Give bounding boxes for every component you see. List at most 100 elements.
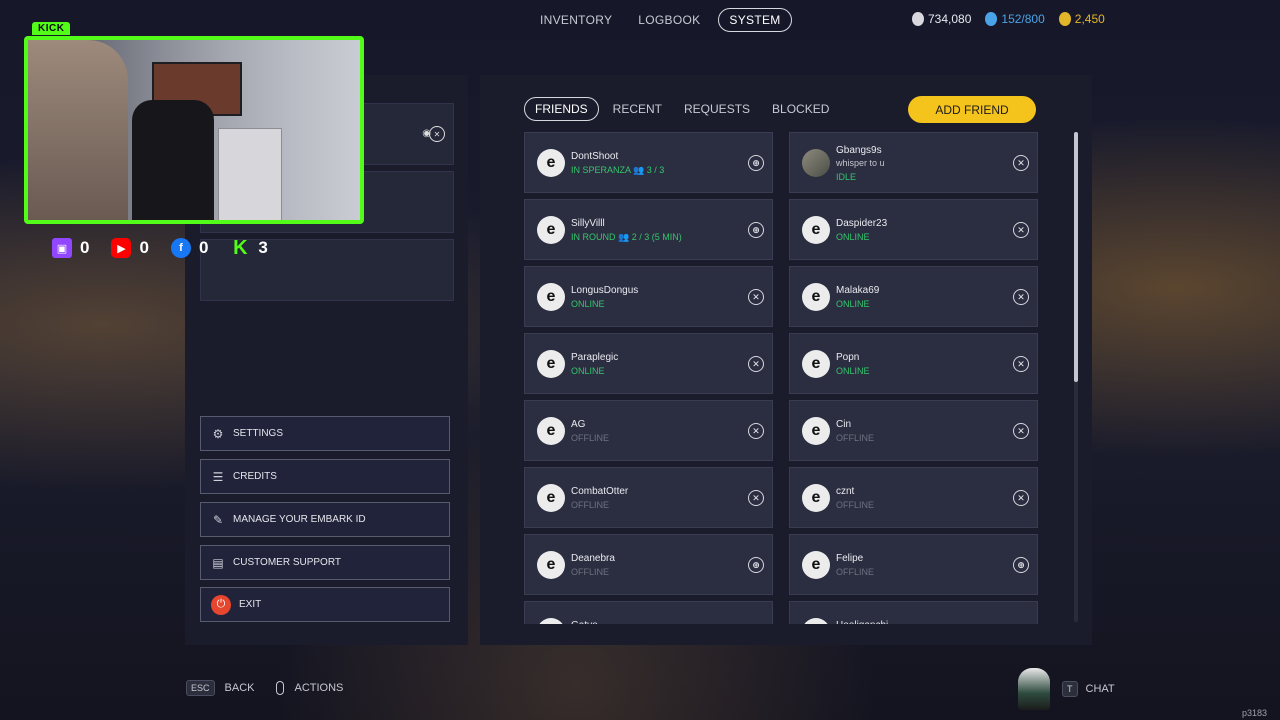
twitch-count-value: 0 — [80, 238, 90, 257]
gold-value: 2,450 — [1074, 12, 1105, 26]
kick-badge: KICK — [32, 22, 71, 35]
chat-button[interactable]: CHAT — [1086, 683, 1115, 695]
embark-logo-icon: e — [537, 417, 565, 445]
credits-value: 734,080 — [928, 12, 972, 26]
friend-card[interactable]: eHooliganchi⊕ — [789, 601, 1038, 624]
tab-recent[interactable]: RECENT — [605, 97, 670, 121]
streamer-figure — [28, 40, 128, 220]
embark-logo-icon: e — [802, 618, 830, 624]
xbox-icon: ✕ — [748, 423, 764, 439]
friend-card[interactable]: e Malaka69 ONLINE ✕ — [789, 266, 1038, 327]
tab-inventory[interactable]: INVENTORY — [532, 8, 620, 32]
currency-gold: 2,450 — [1058, 12, 1105, 26]
support-label: CUSTOMER SUPPORT — [233, 557, 341, 568]
credits-button[interactable]: ☰ CREDITS — [200, 459, 450, 494]
power-icon: ⏻ — [211, 594, 231, 615]
kick-icon: K — [233, 236, 248, 259]
kick-count-value: 3 — [258, 238, 268, 257]
embark-logo-icon: e — [802, 283, 830, 311]
webcam-overlay — [24, 36, 364, 224]
friend-name: Gatyo — [571, 620, 598, 624]
friend-card[interactable]: e DontShoot IN SPERANZA 👥 3 / 3 ⊕ — [524, 132, 773, 193]
friend-card[interactable]: e Popn ONLINE ✕ — [789, 333, 1038, 394]
friend-name: Gbangs9s — [836, 145, 882, 156]
build-id: p3183 — [1242, 708, 1268, 718]
currency-credits: 734,080 — [912, 12, 971, 26]
currency-multibucks: 152/800 — [985, 12, 1045, 26]
xbox-icon: ✕ — [748, 289, 764, 305]
exit-button[interactable]: ⏻ EXIT — [200, 587, 450, 622]
tab-system[interactable]: SYSTEM — [718, 8, 792, 32]
facebook-count: f 0 — [170, 238, 209, 258]
list-icon: ☰ — [212, 469, 224, 484]
friend-card[interactable]: e Paraplegic ONLINE ✕ — [524, 333, 773, 394]
friend-card[interactable]: e AG OFFLINE ✕ — [524, 400, 773, 461]
back-button[interactable]: BACK — [225, 682, 255, 694]
youtube-icon: ▶ — [111, 238, 132, 258]
friend-card[interactable]: eGatyo⊕ — [524, 601, 773, 624]
friend-status: OFFLINE — [836, 433, 875, 443]
friend-name: Deanebra — [571, 553, 615, 564]
friend-status: OFFLINE — [571, 500, 610, 510]
facebook-icon: f — [170, 238, 191, 258]
gaming-chair — [132, 100, 214, 220]
embark-logo-icon: e — [537, 149, 565, 177]
gold-coin-icon — [1058, 12, 1071, 26]
add-friend-button[interactable]: ADD FRIEND — [908, 96, 1036, 123]
xbox-icon: ✕ — [1013, 423, 1029, 439]
embark-logo-icon: e — [802, 417, 830, 445]
friend-name: cznt — [836, 486, 855, 497]
friend-card[interactable]: e cznt OFFLINE ✕ — [789, 467, 1038, 528]
support-chat-icon: ▤ — [212, 555, 224, 570]
friend-card[interactable]: e LongusDongus ONLINE ✕ — [524, 266, 773, 327]
xbox-icon: ✕ — [429, 126, 445, 142]
embark-logo-icon: e — [802, 350, 830, 378]
friend-card[interactable]: Gbangs9s whisper to u IDLE ✕ — [789, 132, 1038, 193]
friend-card[interactable]: e Daspider23 ONLINE ✕ — [789, 199, 1038, 260]
currency-bar: 734,080 152/800 2,450 — [912, 12, 1105, 26]
top-nav: INVENTORY LOGBOOK SYSTEM — [532, 8, 792, 32]
friend-name: Malaka69 — [836, 285, 880, 296]
friend-note: whisper to u — [836, 158, 885, 168]
tab-blocked[interactable]: BLOCKED — [764, 97, 837, 121]
pen-icon: ✎ — [212, 512, 224, 527]
friend-card[interactable]: e SillyVilll IN ROUND 👥 2 / 3 (5 MIN) ⊕ — [524, 199, 773, 260]
xbox-icon: ✕ — [1013, 490, 1029, 506]
manage-embark-id-button[interactable]: ✎ MANAGE YOUR EMBARK ID — [200, 502, 450, 537]
multibucks-value: 152/800 — [1001, 12, 1045, 26]
tab-requests[interactable]: REQUESTS — [676, 97, 758, 121]
tab-friends[interactable]: FRIENDS — [524, 97, 599, 121]
embark-logo-icon: e — [802, 216, 830, 244]
friend-card[interactable]: e Deanebra OFFLINE ⊕ — [524, 534, 773, 595]
friend-card[interactable]: e Felipe OFFLINE ⊕ — [789, 534, 1038, 595]
settings-label: SETTINGS — [233, 428, 284, 439]
friend-name: Popn — [836, 352, 860, 363]
friend-name: Cin — [836, 419, 852, 430]
youtube-count: ▶ 0 — [111, 238, 149, 258]
facebook-count-value: 0 — [198, 238, 209, 257]
bottom-hints: ESC BACK ACTIONS — [186, 680, 343, 696]
embark-logo-icon: e — [537, 283, 565, 311]
friend-name: Daspider23 — [836, 218, 888, 229]
twitch-icon: ▣ — [52, 238, 72, 258]
customer-support-button[interactable]: ▤ CUSTOMER SUPPORT — [200, 545, 450, 580]
friend-card[interactable]: e Cin OFFLINE ✕ — [789, 400, 1038, 461]
friends-scroll-thumb[interactable] — [1074, 132, 1078, 382]
credits-coin-icon — [912, 12, 924, 26]
viewer-counts: ▣ 0 ▶ 0 f 0 K 3 — [52, 236, 268, 259]
tab-logbook[interactable]: LOGBOOK — [630, 8, 708, 32]
friend-card[interactable]: e CombatOtter OFFLINE ✕ — [524, 467, 773, 528]
embark-logo-icon: e — [537, 484, 565, 512]
friend-name: CombatOtter — [571, 486, 629, 497]
friend-status: OFFLINE — [836, 567, 875, 577]
friends-list[interactable]: e DontShoot IN SPERANZA 👥 3 / 3 ⊕ Gbangs9s wh… — [524, 132, 1038, 624]
friend-status: ONLINE — [836, 299, 870, 309]
friend-status: IDLE — [836, 172, 857, 182]
esc-key: ESC — [186, 680, 215, 696]
manage-id-label: MANAGE YOUR EMBARK ID — [233, 514, 366, 525]
friend-name: Felipe — [836, 553, 864, 564]
xbox-icon: ✕ — [748, 356, 764, 372]
xbox-icon: ✕ — [1013, 155, 1029, 171]
embark-logo-icon: e — [537, 350, 565, 378]
settings-button[interactable]: ⚙ SETTINGS — [200, 416, 450, 451]
